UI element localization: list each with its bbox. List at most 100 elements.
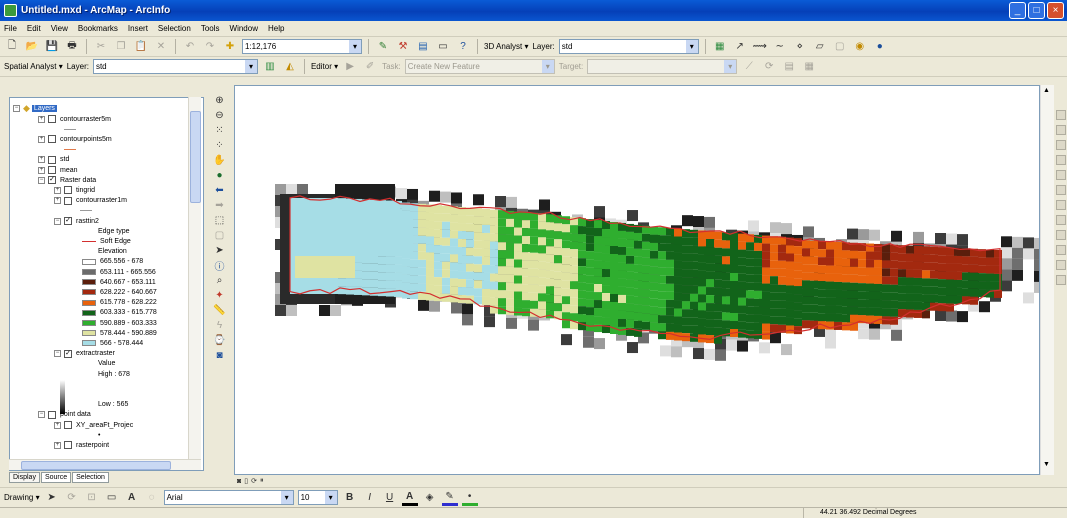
interpolate-point-icon[interactable]: ⋄ xyxy=(792,39,808,55)
layer-visibility-checkbox[interactable] xyxy=(48,166,56,174)
arcscene-icon[interactable]: ◉ xyxy=(852,39,868,55)
expand-toggle[interactable]: + xyxy=(38,135,45,143)
toc-vertical-scrollbar[interactable] xyxy=(188,97,201,459)
edit-tool-icon[interactable]: ▶ xyxy=(342,59,358,75)
toc-vscroll-thumb[interactable] xyxy=(190,111,201,203)
map-view[interactable] xyxy=(234,85,1040,475)
rotate-icon[interactable]: ⟳ xyxy=(64,490,80,506)
toc-layer-row[interactable]: + contourraster5m xyxy=(38,114,111,124)
expand-toggle[interactable]: + xyxy=(54,197,61,205)
layer-visibility-checkbox[interactable] xyxy=(64,441,72,450)
go-back-icon[interactable]: ⬅ xyxy=(212,183,228,197)
layer-visibility-checkbox[interactable]: ✓ xyxy=(64,217,72,225)
docked-tool-icon[interactable] xyxy=(1055,185,1066,195)
underline-button[interactable]: U xyxy=(382,490,398,506)
menu-view[interactable]: View xyxy=(51,24,68,33)
command-line-icon[interactable]: ▭ xyxy=(435,39,451,55)
expand-toggle[interactable]: − xyxy=(54,350,61,358)
docked-tool-icon[interactable] xyxy=(1055,200,1066,210)
layer-name[interactable]: XY_areaFt_Projec xyxy=(76,422,133,429)
menu-insert[interactable]: Insert xyxy=(128,24,148,33)
toc-horizontal-scrollbar[interactable] xyxy=(9,459,201,470)
refresh-icon[interactable]: ⟳ xyxy=(251,477,257,485)
target-combo[interactable] xyxy=(587,59,738,74)
select-elements-icon[interactable]: ➤ xyxy=(44,490,60,506)
copy-icon[interactable]: ❐ xyxy=(113,39,129,55)
layer-name[interactable]: tingrid xyxy=(76,187,95,194)
docked-tool-icon[interactable] xyxy=(1055,230,1066,240)
docked-tool-icon[interactable] xyxy=(1055,275,1066,285)
delete-icon[interactable]: ✕ xyxy=(153,39,169,55)
tab-selection[interactable]: Selection xyxy=(72,472,109,483)
contour-tool-icon[interactable]: ◭ xyxy=(282,59,298,75)
arctoolbox-icon[interactable]: ⚒ xyxy=(395,39,411,55)
find-icon[interactable]: ⌕ xyxy=(212,273,228,287)
menu-tools[interactable]: Tools xyxy=(201,24,220,33)
toc-layer-row[interactable]: + std xyxy=(38,155,69,165)
docked-tool-icon[interactable] xyxy=(1055,215,1066,225)
scroll-down-icon[interactable]: ▼ xyxy=(1043,461,1050,468)
tab-source[interactable]: Source xyxy=(40,472,72,483)
layer-visibility-checkbox[interactable] xyxy=(64,186,72,195)
toc-layer-row[interactable]: + mean xyxy=(38,165,78,175)
toc-layer-row[interactable]: + rasterpoint xyxy=(54,440,109,450)
data-view-icon[interactable]: ◙ xyxy=(237,478,241,485)
identify-icon[interactable]: ⓘ xyxy=(212,258,228,273)
map-canvas[interactable] xyxy=(235,86,1040,475)
disabled-tool-icon[interactable]: ▢ xyxy=(832,39,848,55)
tab-display[interactable]: Display xyxy=(9,472,40,483)
layer-visibility-checkbox[interactable] xyxy=(64,196,72,205)
scroll-up-icon[interactable]: ▲ xyxy=(1043,87,1050,94)
undo-icon[interactable]: ↶ xyxy=(182,39,198,55)
expand-toggle[interactable]: + xyxy=(54,186,61,194)
toc-layer-row[interactable]: + tingrid xyxy=(54,185,95,195)
line-color-icon[interactable]: ✎ xyxy=(441,490,458,506)
toc-root-row[interactable]: − ◆ Layers xyxy=(13,103,57,113)
italic-button[interactable]: I xyxy=(362,490,378,506)
measure-icon[interactable]: 📏 xyxy=(212,303,228,317)
expand-toggle[interactable]: + xyxy=(38,156,45,164)
go-to-xy-icon[interactable]: ✦ xyxy=(212,288,228,302)
arcglobe-icon[interactable]: ● xyxy=(872,39,888,55)
expand-toggle[interactable]: + xyxy=(38,166,45,174)
editor-toolbar-icon[interactable]: ✎ xyxy=(375,39,391,55)
layer-visibility-checkbox[interactable] xyxy=(48,155,56,164)
docked-tool-icon[interactable] xyxy=(1055,140,1066,150)
zoom-out-icon[interactable]: ⊖ xyxy=(212,108,228,122)
collapse-toggle[interactable]: − xyxy=(13,104,20,112)
toc-layer-row[interactable]: − ✓ extractraster xyxy=(54,349,115,359)
layer-name[interactable]: contourpoints5m xyxy=(60,136,112,143)
new-icon[interactable]: 🗋 xyxy=(4,39,20,55)
docked-tool-icon[interactable] xyxy=(1055,170,1066,180)
layer-name[interactable]: contourraster5m xyxy=(60,116,111,123)
new-text-icon[interactable]: A xyxy=(124,490,140,506)
clear-selection-icon[interactable]: ▢ xyxy=(212,228,228,242)
expand-toggle[interactable]: + xyxy=(38,115,45,123)
select-elements-icon[interactable]: ➤ xyxy=(212,243,228,257)
toc-layer-row[interactable]: + contourpoints5m xyxy=(38,134,112,144)
font-color-button[interactable]: A xyxy=(401,490,418,506)
layer-name[interactable]: Raster data xyxy=(60,177,96,184)
hyperlink-icon[interactable]: ϟ xyxy=(212,318,228,332)
sketch-properties-icon[interactable]: ▦ xyxy=(801,59,817,75)
layer-visibility-checkbox[interactable] xyxy=(48,410,56,419)
redo-icon[interactable]: ↷ xyxy=(202,39,218,55)
3d-analyst-menu[interactable]: 3D Analyst ▾ xyxy=(484,42,528,51)
create-contours-icon[interactable]: ▦ xyxy=(712,39,728,55)
marker-color-icon[interactable]: • xyxy=(461,490,478,506)
minimize-button[interactable]: _ xyxy=(1009,2,1026,19)
add-data-icon[interactable]: ✚ xyxy=(222,39,238,55)
open-icon[interactable]: 📂 xyxy=(24,39,40,55)
3d-analyst-layer-combo[interactable]: std xyxy=(558,39,699,54)
split-tool-icon[interactable]: ⟋ xyxy=(741,59,757,75)
zoom-in-icon[interactable]: ⊕ xyxy=(212,93,228,107)
editor-menu[interactable]: Editor ▾ xyxy=(311,62,338,71)
fill-color-icon[interactable]: ◈ xyxy=(422,490,438,506)
callout-tool-icon[interactable]: ◌ xyxy=(144,490,160,506)
interpolate-line-icon[interactable]: ∼ xyxy=(772,39,788,55)
zoom-whole-page-icon[interactable]: ⊡ xyxy=(84,490,100,506)
select-features-icon[interactable]: ⬚ xyxy=(212,213,228,227)
fixed-zoom-out-icon[interactable]: ⁘ xyxy=(212,138,228,152)
docked-tool-icon[interactable] xyxy=(1055,260,1066,270)
rotate-tool-icon[interactable]: ⟳ xyxy=(761,59,777,75)
